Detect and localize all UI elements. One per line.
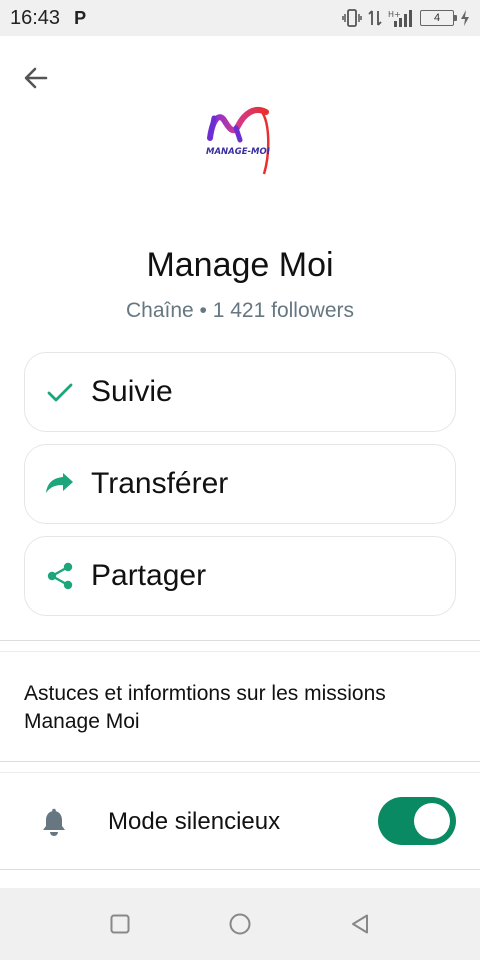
divider [0,651,480,652]
home-button[interactable] [226,910,254,938]
system-back-button[interactable] [346,910,374,938]
check-icon [45,377,75,407]
divider [0,772,480,773]
bell-icon [40,808,68,838]
home-circle-icon [229,913,251,935]
mute-toggle[interactable] [378,797,456,845]
channel-logo: MANAGE-MOI [200,104,280,180]
svg-text:MANAGE-MOI: MANAGE-MOI [206,147,270,157]
battery-icon: 4 [420,10,457,26]
share-icon [45,561,75,591]
recents-button[interactable] [106,910,134,938]
back-triangle-icon [352,914,368,934]
carrier-icon: P [74,7,87,28]
follow-label: Suivie [91,375,173,408]
forward-arrow-icon [45,469,75,499]
channel-subtitle: Chaîne • 1 421 followers [126,299,354,322]
recents-square-icon [110,914,130,934]
share-label: Partager [91,559,207,592]
charging-icon [460,10,470,26]
mute-setting-row[interactable]: Mode silencieux [0,776,480,868]
status-bar: 16:43 P H+ 4 [0,0,480,36]
svg-text:H+: H+ [388,10,401,19]
divider [0,640,480,641]
channel-description: Astuces et informtions sur les missions … [24,682,386,733]
signal-icon: H+ [388,9,414,27]
forward-label: Transférer [91,467,229,500]
data-arrows-icon [368,9,382,27]
follow-button[interactable]: Suivie [24,352,456,432]
share-button[interactable]: Partager [24,536,456,616]
arrow-left-icon [24,67,48,89]
status-icons: H+ 4 [342,9,470,27]
divider [0,761,480,762]
status-time: 16:43 [10,6,61,29]
divider [0,869,480,870]
vibrate-icon [342,9,362,27]
back-button[interactable] [20,62,52,94]
forward-button[interactable]: Transférer [24,444,456,524]
toggle-knob [414,803,450,839]
system-nav-bar [0,888,480,960]
mute-label: Mode silencieux [108,808,281,835]
channel-name: Manage Moi [146,246,334,284]
